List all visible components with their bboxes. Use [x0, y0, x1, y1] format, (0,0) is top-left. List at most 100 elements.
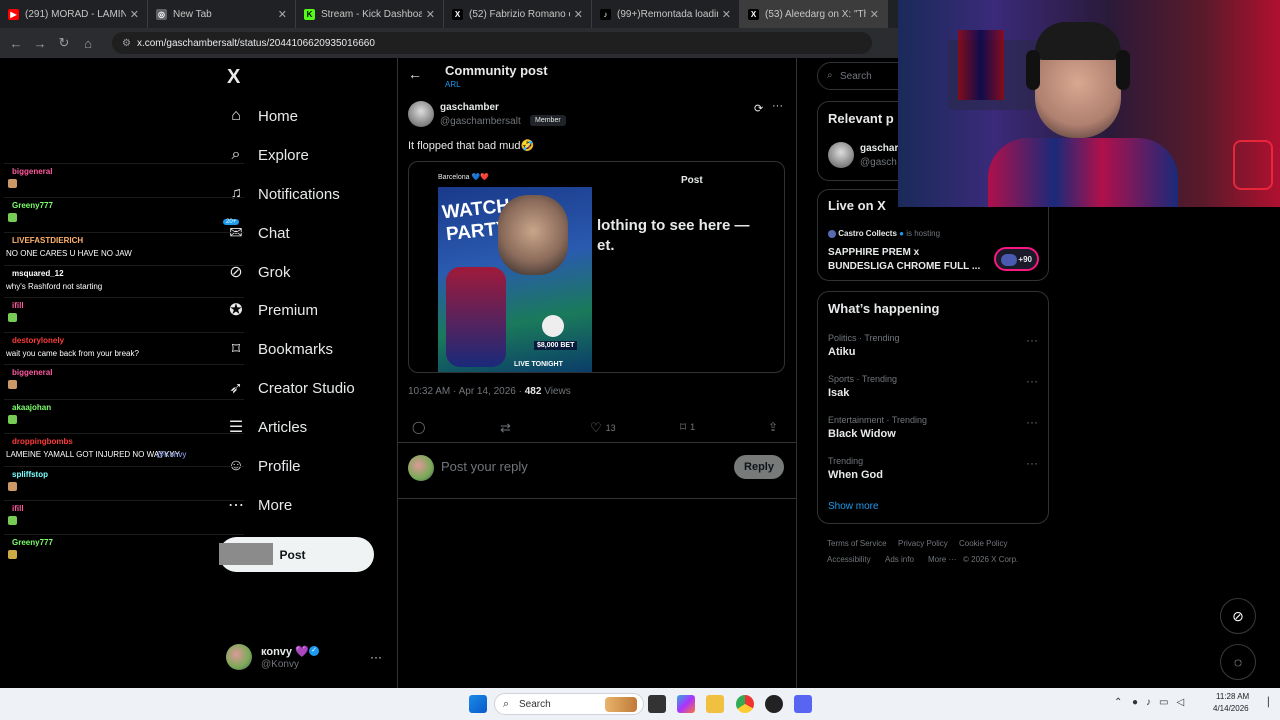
- chat-emote-icon: [8, 380, 17, 389]
- site-info-icon[interactable]: ⚙: [122, 38, 131, 49]
- tray-chevron-icon[interactable]: ⌃: [1114, 697, 1122, 708]
- author-avatar[interactable]: [408, 101, 434, 127]
- community-name[interactable]: ARL: [445, 80, 461, 89]
- close-icon[interactable]: ✕: [426, 8, 435, 21]
- listener-count: +90: [1018, 254, 1032, 264]
- task-view-icon[interactable]: [648, 695, 666, 713]
- chat-text: why's Rashford not starting: [6, 282, 103, 291]
- relevant-name[interactable]: gaschar: [860, 143, 898, 154]
- overlay-text-2: et.: [597, 237, 615, 254]
- notification-icon[interactable]: ▏: [1268, 697, 1275, 708]
- chat-message: LIVEFASTDIERICH NO ONE CARES U HAVE NO JA…: [4, 232, 244, 262]
- more-dots-icon[interactable]: ···: [772, 100, 783, 112]
- trend-item[interactable]: Trending When God ···: [828, 456, 1038, 481]
- bookmark-count: 1: [690, 422, 696, 432]
- chat-emote-icon: [8, 213, 17, 222]
- chat-message: destorylonely wait you came back from you…: [4, 332, 244, 362]
- clock-date[interactable]: 4/14/2026: [1213, 704, 1249, 713]
- trend-item[interactable]: Politics · Trending Atiku ···: [828, 333, 1038, 358]
- cam-jersey: [958, 30, 1004, 100]
- trend-item[interactable]: Sports · Trending Isak ···: [828, 374, 1038, 399]
- reply-button[interactable]: Reply: [734, 455, 784, 479]
- avatar[interactable]: [828, 142, 854, 168]
- back-arrow-icon[interactable]: ←: [4, 36, 28, 51]
- taskbar-search[interactable]: ⌕ Search: [494, 693, 644, 715]
- sidebar-item-creator-studio[interactable]: ➶ Creator Studio: [226, 376, 354, 400]
- close-icon[interactable]: ✕: [870, 8, 879, 21]
- browser-tab[interactable]: K Stream - Kick Dashboard ✕: [296, 0, 444, 28]
- watch-party-image[interactable]: WATCH PARTY $8,000 BET LIVE TONIGHT: [438, 187, 592, 372]
- footer-link[interactable]: Accessibility: [827, 555, 871, 564]
- live-host-row[interactable]: Castro Collects ● is hosting: [828, 229, 940, 238]
- grok-icon[interactable]: ⟳: [754, 102, 763, 115]
- browser-tab[interactable]: X (53) Aleedarg on X: "This is ✕: [740, 0, 888, 28]
- more-dots-icon[interactable]: ···: [1026, 333, 1038, 347]
- close-icon[interactable]: ✕: [722, 8, 731, 21]
- reload-icon[interactable]: ↻: [52, 35, 76, 51]
- grok-fab[interactable]: ⊘: [1220, 598, 1256, 634]
- footer-link[interactable]: Ads info: [885, 555, 914, 564]
- trend-item[interactable]: Entertainment · Trending Black Widow ···: [828, 415, 1038, 440]
- chat-username: biggeneral: [12, 167, 53, 176]
- sidebar-item-label: Notifications: [258, 185, 340, 203]
- tray-icons[interactable]: ●♪▭◁: [1132, 697, 1192, 708]
- clock-time[interactable]: 11:28 AM: [1216, 692, 1249, 701]
- footer-link[interactable]: More ···: [928, 555, 956, 564]
- panel-title: Live on X: [828, 198, 886, 213]
- main-column: [397, 58, 797, 688]
- live-listener-pill[interactable]: +90: [994, 247, 1039, 271]
- messages-fab[interactable]: ◌: [1220, 644, 1256, 680]
- sidebar-item-home[interactable]: ⌂ Home: [226, 104, 298, 128]
- more-dots-icon[interactable]: ···: [1026, 415, 1038, 429]
- footer-link[interactable]: Terms of Service: [827, 539, 887, 548]
- share-action[interactable]: ⇪: [768, 420, 778, 434]
- close-icon[interactable]: ✕: [130, 8, 139, 21]
- trend-category: Sports · Trending: [828, 374, 898, 384]
- show-more-link[interactable]: Show more: [828, 501, 879, 512]
- trend-category: Entertainment · Trending: [828, 415, 928, 425]
- browser-tab[interactable]: ▶ (291) MORAD - LAMINE - Yo ✕: [0, 0, 148, 28]
- x-logo[interactable]: X: [227, 66, 240, 89]
- more-dots-icon[interactable]: ···: [370, 650, 382, 664]
- forward-arrow-icon[interactable]: →: [28, 36, 52, 51]
- close-icon[interactable]: ✕: [574, 8, 583, 21]
- discord-icon[interactable]: [794, 695, 812, 713]
- chat-text: NO ONE CARES U HAVE NO JAW: [6, 249, 132, 258]
- file-explorer-icon[interactable]: [706, 695, 724, 713]
- obs-icon[interactable]: [765, 695, 783, 713]
- like-action[interactable]: ♡ 13: [590, 420, 616, 436]
- live-stream-2[interactable]: BUNDESLIGA CHROME FULL ...: [828, 261, 980, 272]
- quoted-post-card[interactable]: Barcelona 💙❤️ Post WATCH PARTY $8,000 BE…: [408, 161, 785, 373]
- start-icon[interactable]: [469, 695, 487, 713]
- account-switcher[interactable]: коnvy 💜 ✓ @Konvy ···: [226, 644, 386, 674]
- reply-action[interactable]: ◯: [412, 420, 425, 434]
- close-icon[interactable]: ✕: [278, 8, 287, 21]
- bookmark-action[interactable]: ⌑ 1: [680, 420, 695, 434]
- back-arrow-icon[interactable]: ←: [408, 66, 422, 82]
- url-field[interactable]: ⚙ x.com/gaschambersalt/status/2044106620…: [112, 32, 872, 54]
- browser-tab[interactable]: ♪ (99+)Remontada loading... ✕: [592, 0, 740, 28]
- footer-link[interactable]: Cookie Policy: [959, 539, 1007, 548]
- reply-input[interactable]: Post your reply: [441, 459, 528, 474]
- author-name[interactable]: gaschamber: [440, 102, 499, 113]
- more-dots-icon[interactable]: ···: [1026, 374, 1038, 388]
- home-icon[interactable]: ⌂: [76, 36, 100, 51]
- search-placeholder: Search: [840, 71, 872, 82]
- grok-icon: ⊘: [1232, 607, 1244, 624]
- host-avatar: [828, 229, 836, 238]
- chat-username: LIVEFASTDIERICH: [12, 236, 84, 245]
- footer-link[interactable]: Privacy Policy: [898, 539, 948, 548]
- trend-name: Isak: [828, 387, 850, 399]
- chat-emote-icon: [8, 482, 17, 491]
- browser-tab[interactable]: X (52) Fabrizio Romano on X: ✕: [444, 0, 592, 28]
- live-stream-1[interactable]: SAPPHIRE PREM x: [828, 247, 919, 258]
- footer-link[interactable]: © 2026 X Corp.: [963, 555, 1018, 564]
- author-handle[interactable]: @gaschambersalt: [440, 116, 521, 127]
- chrome-icon[interactable]: [736, 695, 754, 713]
- repost-action[interactable]: ⇄: [500, 420, 511, 436]
- panel-title: Relevant p: [828, 111, 894, 126]
- chat-username: destorylonely: [12, 336, 65, 345]
- copilot-icon[interactable]: [677, 695, 695, 713]
- more-dots-icon[interactable]: ···: [1026, 456, 1038, 470]
- browser-tab[interactable]: ◎ New Tab ✕: [148, 0, 296, 28]
